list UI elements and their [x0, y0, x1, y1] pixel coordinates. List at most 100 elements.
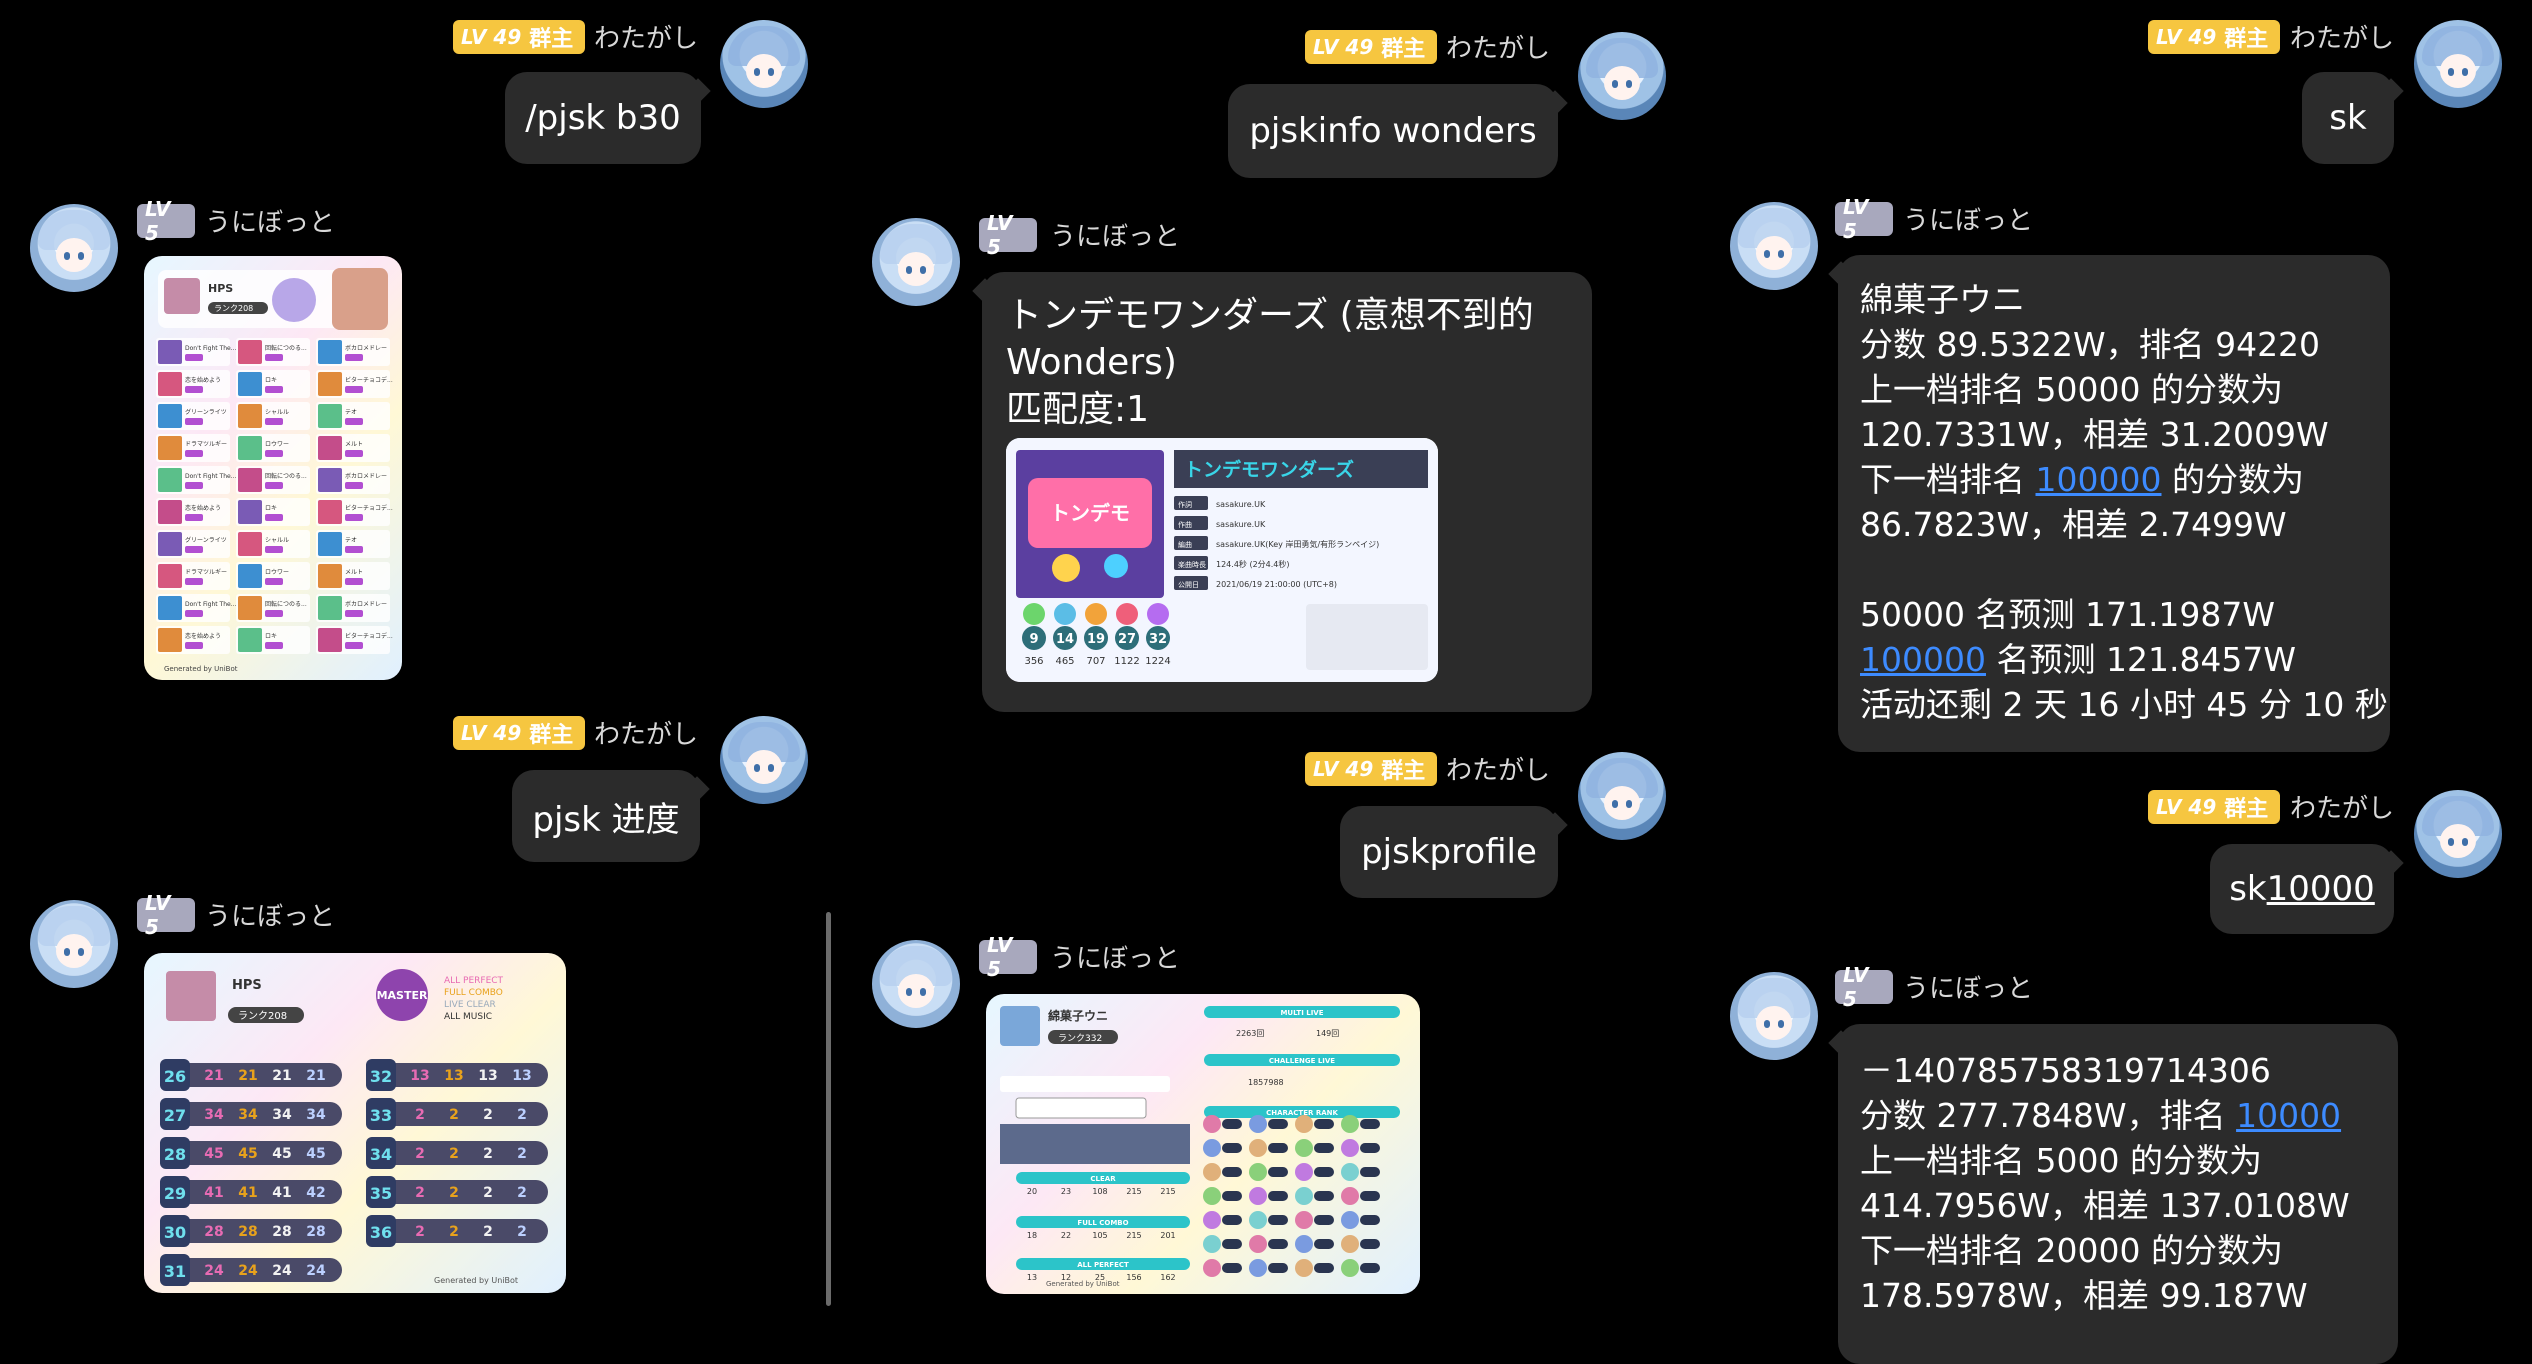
admin-avatar[interactable]	[720, 20, 808, 108]
b30-level-tag	[185, 578, 203, 585]
b30-song-title: ロウワー	[265, 568, 289, 576]
count-value: 28	[204, 1224, 223, 1240]
admin-avatar[interactable]	[2414, 20, 2502, 108]
b30-result-image[interactable]: HPS ランク208 Don't Fight The... 回転につのる... ボカ…	[144, 256, 402, 680]
b30-level-tag	[265, 610, 283, 617]
bot-avatar[interactable]	[872, 940, 960, 1028]
b30-jacket	[318, 596, 342, 620]
bot-avatar[interactable]	[30, 204, 118, 292]
bot-avatar[interactable]	[1730, 972, 1818, 1060]
b30-song-title: ボカロメドレー	[345, 344, 387, 352]
count-value: 24	[306, 1263, 326, 1279]
next-tier-score: 178.5978W，相差 99.187W	[1860, 1276, 2308, 1315]
b30-jacket	[238, 436, 262, 460]
b30-jacket	[238, 468, 262, 492]
next-tier-score: 86.7823W，相差 2.7499W	[1860, 505, 2287, 544]
next-tier-line: 下一档排名 100000 的分数为	[1860, 460, 2304, 499]
admin-avatar[interactable]	[1578, 32, 1666, 120]
bot-avatar[interactable]	[872, 218, 960, 306]
profile-result-image[interactable]: 綿菓子ウニ ランク332 MULTI LIVE CHALLENGE LIVE CHA…	[986, 994, 1420, 1294]
b30-jacket	[238, 596, 262, 620]
character-icon	[1341, 1163, 1359, 1181]
profile-rank-label: ランク332	[1058, 1033, 1102, 1044]
rank-link[interactable]: 10000	[2236, 1096, 2341, 1135]
bot-avatar[interactable]	[1730, 202, 1818, 290]
message-bubble[interactable]: sk10000	[2210, 844, 2404, 934]
b30-level-tag	[185, 546, 203, 553]
message-bubble[interactable]: pjskprofile	[1340, 806, 1568, 898]
bot-username: うにぼっと	[1903, 974, 2034, 1004]
scrollbar[interactable]	[826, 912, 831, 1306]
character-rank-tag	[1314, 1119, 1334, 1129]
prediction-100000: 100000 名预测 121.8457W	[1860, 640, 2297, 679]
admin-avatar[interactable]	[2414, 790, 2502, 878]
stat-value: 201	[1160, 1231, 1175, 1240]
bot-level-badge: LV 5	[137, 197, 195, 245]
profile-footer: Generated by UniBot	[1046, 1280, 1120, 1288]
character-icon	[1295, 1115, 1313, 1133]
count-value: 45	[204, 1146, 223, 1162]
count-value: 41	[238, 1185, 257, 1201]
character-icon	[1295, 1235, 1313, 1253]
rank-link[interactable]: 10000	[2267, 869, 2375, 909]
character-rank-tag	[1314, 1215, 1334, 1225]
stat-value: 108	[1092, 1187, 1107, 1196]
count-value: 45	[306, 1146, 325, 1162]
character-rank-tag	[1268, 1167, 1288, 1177]
legend-all: ALL MUSIC	[444, 1012, 492, 1022]
character-rank-tag	[1268, 1263, 1288, 1273]
rank-link[interactable]: 100000	[2036, 460, 2162, 499]
stat-value: 215	[1126, 1231, 1141, 1240]
prev-tier-score: 120.7331W，相差 31.2009W	[1860, 415, 2329, 454]
b30-jacket	[318, 404, 342, 428]
character-icon	[1203, 1163, 1221, 1181]
b30-song-title: ドラマツルギー	[185, 569, 227, 576]
admin-avatar[interactable]	[720, 716, 808, 804]
character-icon	[1203, 1139, 1221, 1157]
b30-jacket	[238, 564, 262, 588]
b30-level-tag	[265, 386, 283, 393]
message-bubble[interactable]: pjsk 进度	[512, 770, 710, 862]
character-rank-tag	[1268, 1239, 1288, 1249]
b30-rank-label: ランク208	[214, 304, 253, 313]
b30-jacket	[238, 404, 262, 428]
message-bubble[interactable]: pjskinfo wonders	[1228, 84, 1568, 178]
b30-level-tag	[265, 418, 283, 425]
b30-level-tag	[185, 354, 203, 361]
count-value: 21	[272, 1068, 291, 1084]
count-value: 24	[238, 1263, 258, 1279]
stat-value: 13	[1027, 1273, 1037, 1282]
song-info-image[interactable]: トンデモ トンデモワンダーズ 作詞 sasakure.UK 作曲 sasakure.U…	[1006, 438, 1438, 682]
message-bubble[interactable]: トンデモワンダーズ (意想不到的 Wonders) 匹配度:1 トンデモ トンデ…	[972, 272, 1592, 712]
message-bubble[interactable]: －140785758319714306 分数 277.7848W，排名 1000…	[1828, 1024, 2398, 1364]
info-key-text: 作曲	[1178, 520, 1192, 529]
progress-result-image[interactable]: HPS ランク208 MASTER ALL PERFECT FULL COMBO…	[144, 953, 566, 1293]
count-value: 13	[444, 1068, 463, 1084]
character-rank-tag	[1268, 1143, 1288, 1153]
b30-level-tag	[345, 578, 363, 585]
character-rank-tag	[1360, 1263, 1380, 1273]
count-value: 24	[204, 1263, 224, 1279]
bot-avatar[interactable]	[30, 900, 118, 988]
b30-song-title: グリーンライツ	[185, 408, 227, 416]
message-bubble[interactable]: 綿菓子ウニ 分数 89.5322W，排名 94220 上一档排名 50000 的…	[1828, 255, 2390, 752]
count-value: 2	[483, 1224, 493, 1240]
level-value: 32	[1149, 632, 1167, 647]
character-icon	[1341, 1187, 1359, 1205]
bot-level-badge: LV 5	[979, 211, 1037, 259]
b30-jacket	[158, 436, 182, 460]
character-rank-tag	[1314, 1167, 1334, 1177]
count-value: 21	[204, 1068, 223, 1084]
character-rank-tag	[1360, 1167, 1380, 1177]
b30-song-title: ロキ	[265, 377, 277, 384]
character-rank-tag	[1222, 1167, 1242, 1177]
rank-link[interactable]: 100000	[1860, 640, 1986, 679]
b30-song-title: 回転につのる...	[265, 600, 307, 608]
admin-avatar[interactable]	[1578, 752, 1666, 840]
message-bubble[interactable]: sk	[2302, 72, 2404, 164]
message-bubble[interactable]: /pjsk b30	[505, 72, 711, 164]
b30-jacket	[158, 404, 182, 428]
b30-level-tag	[185, 386, 203, 393]
character-rank-tag	[1222, 1263, 1242, 1273]
legend-clear: LIVE CLEAR	[444, 1000, 496, 1010]
